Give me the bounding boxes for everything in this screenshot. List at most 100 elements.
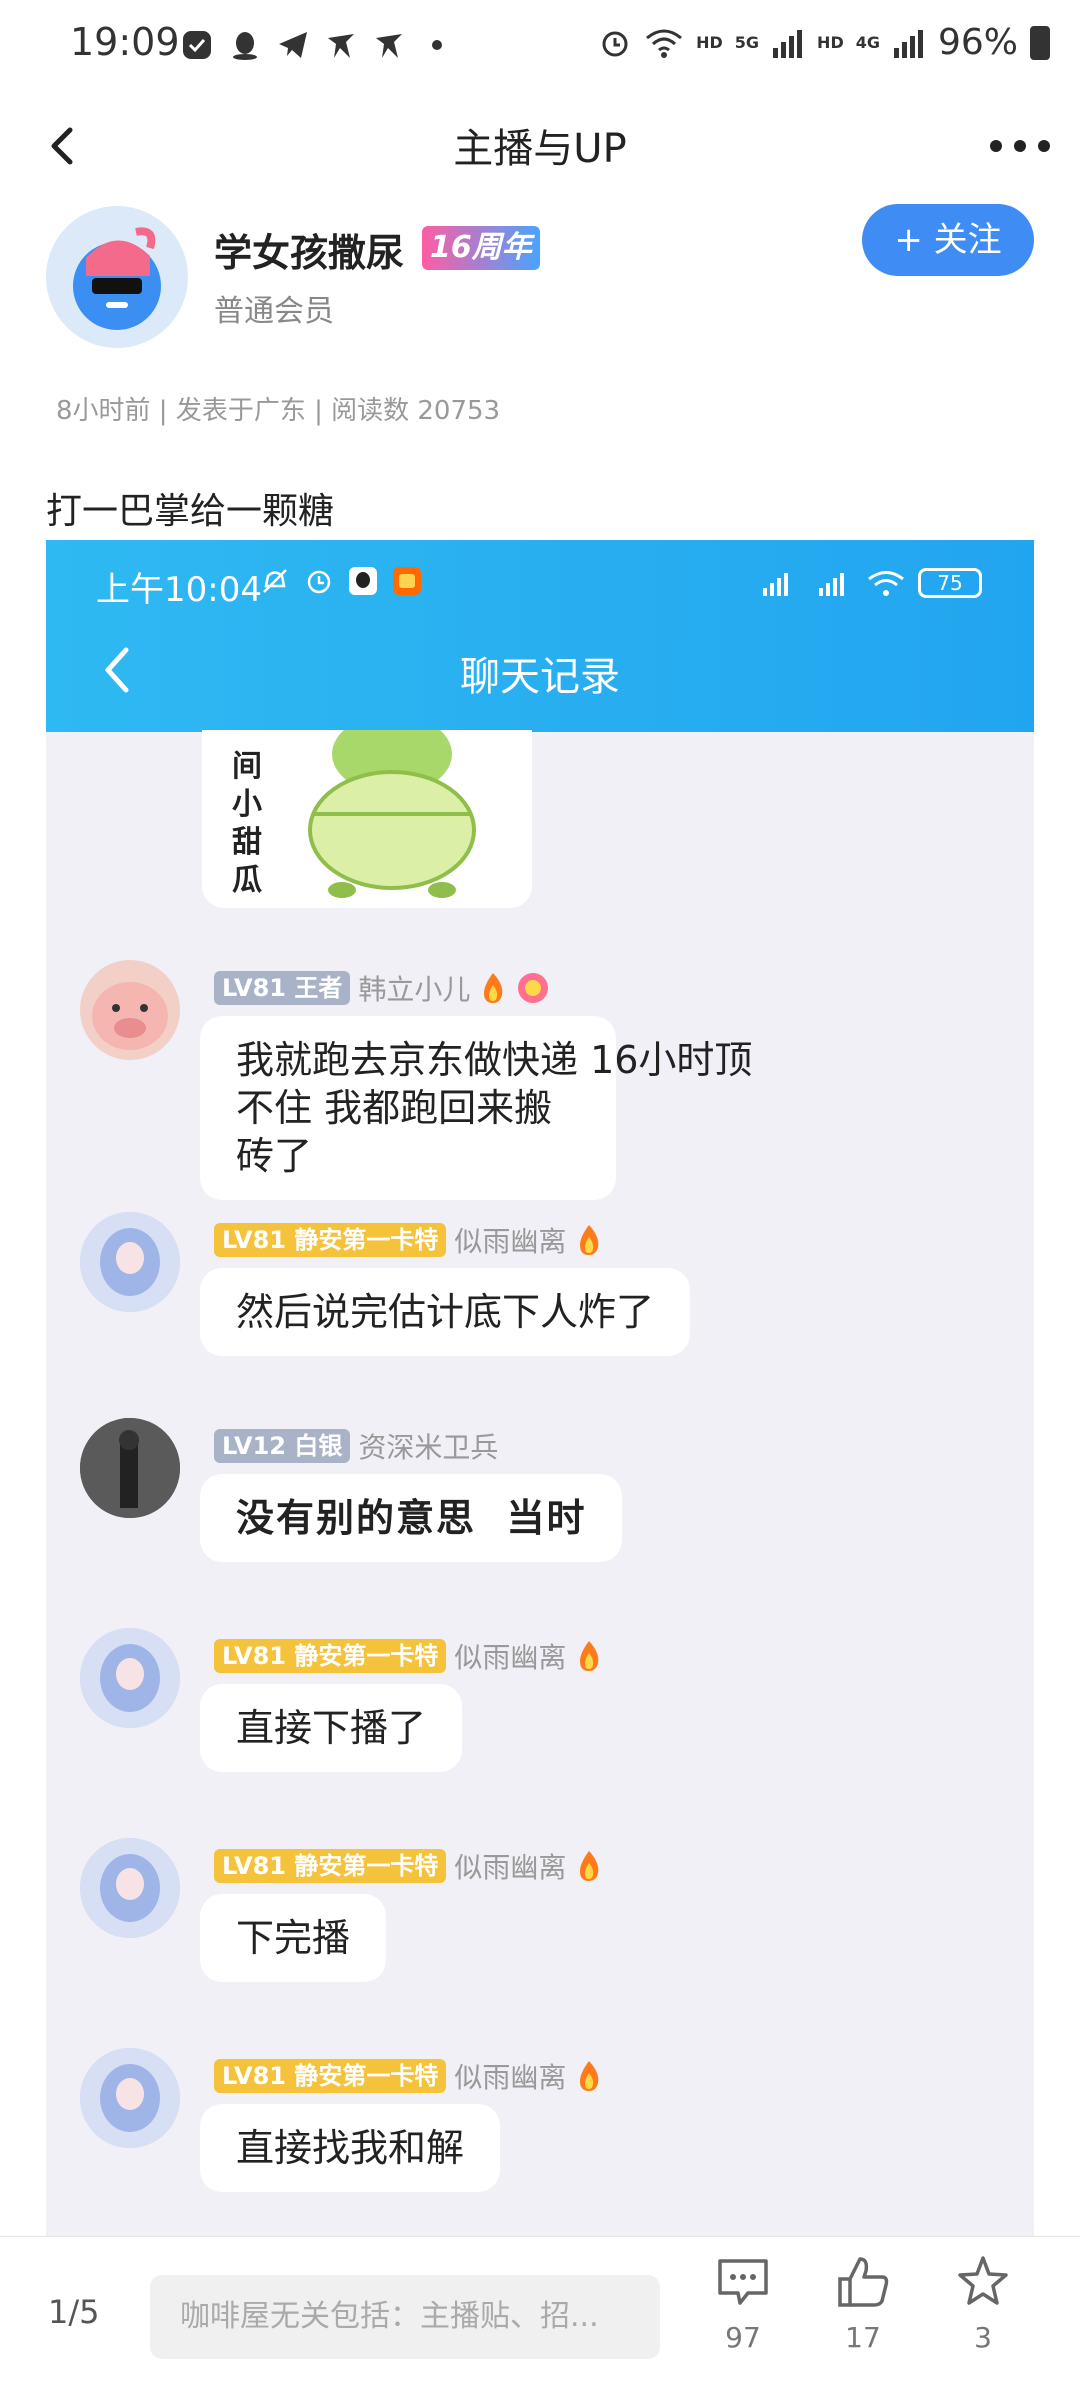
level-badge: LV81 静安第一卡特 — [214, 2059, 447, 2093]
system-icons: HD 5G HD 4G 96% — [598, 22, 1050, 63]
message-header: LV81 静安第一卡特 似雨幽离 — [214, 2056, 604, 2096]
message-text: 直接下播了 — [236, 1706, 427, 1750]
flame-icon — [580, 1641, 599, 1671]
level-badge: LV81 静安第一卡特 — [214, 1849, 447, 1883]
flame-icon — [580, 1225, 599, 1255]
top-nav: 主播与UP — [0, 96, 1080, 196]
message-text-line: 不住 我都跑回来搬砖了 — [236, 1086, 553, 1178]
nickname: 似雨幽离 — [454, 2061, 567, 2094]
app-icon-b — [376, 34, 402, 58]
dot-icon — [432, 40, 442, 50]
post-meta: 8小时前 | 发表于广东 | 阅读数 20753 — [56, 396, 501, 426]
author-role: 普通会员 — [214, 294, 334, 329]
app-notification-icon — [183, 31, 211, 59]
screenshot-header: 上午10:04 75 聊天记录 — [46, 540, 1034, 732]
signal-icon-2 — [819, 573, 844, 596]
follow-button[interactable]: + 关注 — [862, 204, 1034, 276]
message-text: 下完播 — [236, 1916, 351, 1960]
alarm-icon — [602, 31, 628, 56]
message-header: LV12 白银 资深米卫兵 — [214, 1426, 498, 1466]
network-label-2: 4G — [855, 33, 880, 52]
comment-button[interactable]: 97 — [698, 2253, 788, 2354]
flame-icon — [580, 2061, 599, 2091]
hd-label-2: HD — [817, 33, 844, 52]
message-bubble: 直接下播了 — [200, 1684, 463, 1772]
message-text-line: 我就跑去京东做快递 16小时顶 — [236, 1038, 753, 1082]
melon-sticker: 间小甜瓜 — [202, 730, 532, 908]
page-title: 主播与UP — [453, 126, 627, 172]
post-image[interactable]: 上午10:04 75 聊天记录 间小甜瓜 LV81 王者 韩立小儿 我就跑去京东… — [46, 540, 1034, 2240]
user-avatar — [80, 1838, 180, 1938]
comment-input[interactable]: 咖啡屋无关包括：主播贴、招... — [150, 2275, 660, 2359]
message-header: LV81 王者 韩立小儿 — [214, 968, 550, 1008]
user-avatar — [80, 1418, 180, 1518]
flame-icon — [580, 1851, 599, 1881]
screenshot-title: 聊天记录 — [460, 654, 620, 700]
page-indicator[interactable]: 1/5 — [48, 2293, 100, 2331]
level-badge: LV81 静安第一卡特 — [214, 1223, 447, 1257]
network-label-1: 5G — [734, 33, 760, 52]
screenshot-time: 上午10:04 — [96, 570, 262, 610]
favorite-count: 3 — [974, 2321, 992, 2354]
message-bubble: 下完播 — [200, 1894, 387, 1982]
user-avatar — [80, 960, 180, 1060]
message-header: LV81 静安第一卡特 似雨幽离 — [214, 1846, 604, 1886]
flame-icon — [484, 973, 503, 1003]
star-icon — [958, 2256, 1008, 2305]
status-bar: 19:09 HD 5G HD 4G 96% — [0, 0, 1080, 96]
message-bubble: 然后说完估计底下人炸了 — [200, 1268, 691, 1356]
user-avatar — [80, 2048, 180, 2148]
level-badge: LV81 静安第一卡特 — [214, 1639, 447, 1673]
signal-icon-1 — [773, 29, 803, 58]
nickname: 资深米卫兵 — [358, 1431, 499, 1464]
flower-icon — [518, 973, 549, 1003]
more-options-icon[interactable] — [970, 128, 1050, 164]
app-icon-a — [328, 34, 354, 58]
message-header: LV81 静安第一卡特 似雨幽离 — [214, 1220, 604, 1260]
message-header: LV81 静安第一卡特 似雨幽离 — [214, 1636, 604, 1676]
signal-icon-2 — [893, 29, 923, 58]
taobao-icon — [393, 567, 421, 595]
level-badge: LV12 白银 — [214, 1429, 351, 1463]
qq-icon — [349, 567, 377, 595]
signal-icon-1 — [763, 573, 788, 596]
message-bubble: 直接找我和解 — [200, 2104, 501, 2192]
hd-label-1: HD — [696, 33, 723, 52]
message-bubble: 我就跑去京东做快递 16小时顶 不住 我都跑回来搬砖了 — [200, 1016, 753, 1200]
screenshot-system-icons: 75 — [754, 568, 982, 598]
comment-count: 97 — [725, 2321, 761, 2354]
author-name[interactable]: 学女孩撒尿 — [214, 222, 404, 277]
post-text: 打一巴掌给一颗糖 — [46, 491, 335, 532]
qq-icon — [233, 32, 257, 60]
alarm-icon — [307, 570, 331, 594]
screenshot-battery: 75 — [918, 568, 982, 598]
comment-icon — [718, 2259, 768, 2305]
favorite-button[interactable]: 3 — [938, 2253, 1028, 2354]
battery-icon — [1030, 25, 1050, 60]
author-avatar[interactable] — [46, 206, 188, 348]
bottom-action-bar: 1/5 咖啡屋无关包括：主播贴、招... 97 17 3 — [0, 2236, 1080, 2400]
level-badge: LV81 王者 — [214, 971, 351, 1005]
telegram-icon — [279, 32, 307, 58]
nickname: 似雨幽离 — [454, 1225, 567, 1258]
message-bubble: 没有别的意思 当时 — [200, 1474, 623, 1562]
wifi-icon — [868, 571, 904, 596]
user-avatar — [80, 1628, 180, 1728]
user-avatar — [80, 1212, 180, 1312]
wifi-icon — [646, 29, 683, 58]
like-count: 17 — [845, 2321, 881, 2354]
mute-icon — [263, 569, 287, 593]
message-text: 没有别的意思 当时 — [236, 1495, 587, 1540]
notification-icons — [180, 28, 454, 62]
nickname: 韩立小儿 — [358, 973, 471, 1006]
screenshot-status-icons — [260, 566, 422, 596]
battery-percent: 96% — [937, 22, 1018, 63]
status-time: 19:09 — [70, 20, 180, 64]
message-text: 然后说完估计底下人炸了 — [236, 1290, 655, 1334]
anniversary-badge: 16周年 — [422, 226, 540, 270]
nickname: 似雨幽离 — [454, 1641, 567, 1674]
nickname: 似雨幽离 — [454, 1851, 567, 1884]
like-button[interactable]: 17 — [818, 2253, 908, 2354]
message-text: 直接找我和解 — [236, 2126, 465, 2170]
thumbs-up-icon — [838, 2257, 889, 2307]
